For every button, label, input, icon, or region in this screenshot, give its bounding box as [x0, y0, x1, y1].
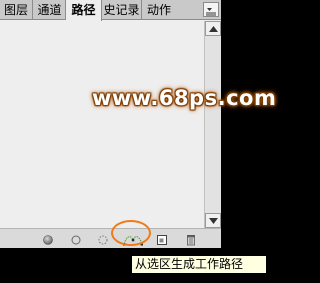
highlight-circle [111, 220, 151, 246]
scroll-up-icon [209, 26, 218, 32]
stroke-path-button[interactable] [69, 232, 83, 246]
load-path-as-selection-icon [98, 235, 108, 245]
delete-path-button[interactable] [184, 232, 198, 246]
delete-path-icon [187, 235, 195, 246]
scroll-down-icon [209, 218, 218, 224]
load-selection-button[interactable] [96, 232, 110, 246]
panel-menu-button[interactable] [203, 2, 219, 17]
fill-path-icon [43, 235, 53, 245]
panel-tab-bar: 图层 通道 路径 史记录 动作 [0, 0, 221, 21]
paths-list-area[interactable] [0, 21, 204, 228]
scroll-up-button[interactable] [205, 21, 221, 36]
vertical-scrollbar[interactable] [204, 21, 221, 228]
stroke-path-icon [71, 235, 81, 245]
site-watermark: www.68ps.com [92, 86, 277, 110]
tab-actions[interactable]: 动作 [142, 0, 176, 20]
create-new-path-button[interactable] [155, 232, 169, 246]
panel-menu-icon [206, 8, 216, 16]
tab-history[interactable]: 史记录 [102, 0, 142, 20]
fill-path-button[interactable] [41, 232, 55, 246]
scroll-down-button[interactable] [205, 213, 221, 228]
tab-channels[interactable]: 通道 [34, 0, 66, 20]
paths-panel: 图层 通道 路径 史记录 动作 [0, 0, 221, 248]
tab-layers[interactable]: 图层 [0, 0, 33, 20]
button-tooltip: 从选区生成工作路径 [131, 255, 267, 274]
create-new-path-icon [157, 235, 167, 245]
tab-paths[interactable]: 路径 [66, 0, 102, 21]
